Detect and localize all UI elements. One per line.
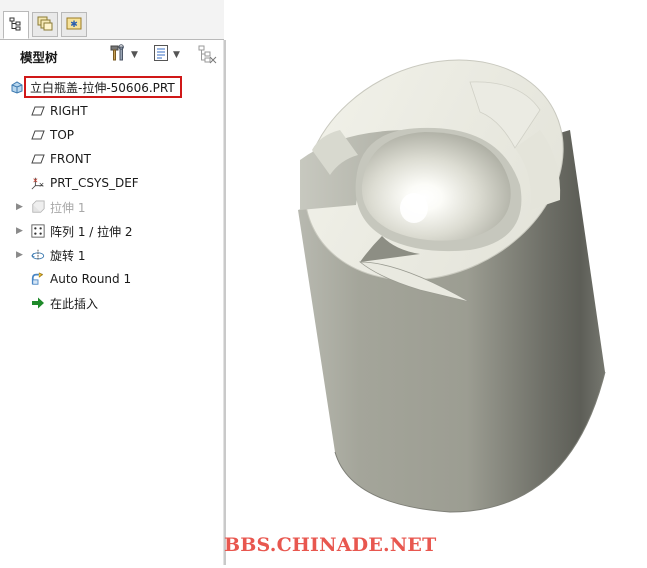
tree-root-label: 立白瓶盖-拉伸-50606.PRT — [30, 80, 175, 95]
revolve-icon — [31, 248, 45, 262]
tree-item-top[interactable]: TOP — [0, 124, 222, 146]
tree-item-label: PRT_CSYS_DEF — [50, 176, 139, 190]
extrude-icon — [31, 200, 45, 214]
chevron-down-icon: ▼ — [173, 49, 180, 60]
settings-dropdown-button[interactable]: ▼ — [109, 44, 138, 65]
tree-item-label: 阵列 1 / 拉伸 2 — [50, 224, 133, 239]
tab-model-tree[interactable] — [3, 11, 29, 39]
expand-arrow-icon[interactable]: ▶ — [16, 226, 23, 236]
tree-item-auto-round-1[interactable]: Auto Round 1 — [0, 268, 222, 290]
datum-plane-icon — [31, 104, 45, 118]
bottle-cap-3d-model — [298, 59, 606, 513]
part-icon — [10, 80, 24, 94]
pattern-icon — [31, 224, 45, 238]
tree-item-label: TOP — [50, 128, 75, 142]
tree-structure-icon — [9, 17, 23, 34]
tree-root-part[interactable]: 立白瓶盖-拉伸-50606.PRT — [0, 76, 222, 98]
tree-item-csys[interactable]: PRT_CSYS_DEF — [0, 172, 222, 194]
graphics-viewport[interactable] — [226, 40, 647, 565]
filter-tree-icon — [197, 44, 217, 67]
tree-item-revolve-1[interactable]: ▶ 旋转 1 — [0, 244, 222, 266]
list-settings-icon — [153, 44, 169, 65]
tree-item-pattern-1[interactable]: ▶ 阵列 1 / 拉伸 2 — [0, 220, 222, 242]
tree-item-label: 拉伸 1 — [50, 200, 86, 215]
model-tree-toolbar: 模型树 ▼ ▼ — [0, 40, 224, 70]
expand-arrow-icon[interactable]: ▶ — [16, 250, 23, 260]
folder-stack-icon — [37, 16, 53, 34]
coordinate-system-icon — [31, 176, 45, 190]
tree-item-label: 在此插入 — [50, 296, 99, 311]
tree-item-label: 旋转 1 — [50, 248, 86, 263]
watermark-text: BBS.CHINADE.NET — [224, 534, 437, 556]
tab-favorites[interactable]: ✱ — [61, 12, 87, 37]
tree-item-front[interactable]: FRONT — [0, 148, 222, 170]
tree-item-insert-here[interactable]: 在此插入 — [0, 292, 222, 314]
tree-item-label: FRONT — [50, 152, 91, 166]
filter-tree-button[interactable] — [197, 44, 217, 67]
show-dropdown-button[interactable]: ▼ — [153, 44, 180, 65]
auto-round-icon — [31, 272, 45, 286]
chevron-down-icon: ▼ — [131, 49, 138, 60]
navigator-tab-bar: ✱ — [0, 0, 224, 40]
datum-plane-icon — [31, 128, 45, 142]
tab-folder-browser[interactable] — [32, 12, 58, 37]
tree-item-label: Auto Round 1 — [50, 272, 132, 286]
hammer-wrench-icon — [109, 44, 127, 65]
model-tree-title: 模型树 — [20, 50, 58, 65]
svg-text:✱: ✱ — [70, 20, 78, 30]
tree-item-extrude-1[interactable]: ▶ 拉伸 1 — [0, 196, 222, 218]
datum-plane-icon — [31, 152, 45, 166]
insert-here-arrow-icon — [31, 296, 45, 310]
tree-item-right[interactable]: RIGHT — [0, 100, 222, 122]
expand-arrow-icon[interactable]: ▶ — [16, 202, 23, 212]
tree-item-label: RIGHT — [50, 104, 88, 118]
star-folder-icon: ✱ — [66, 16, 82, 33]
